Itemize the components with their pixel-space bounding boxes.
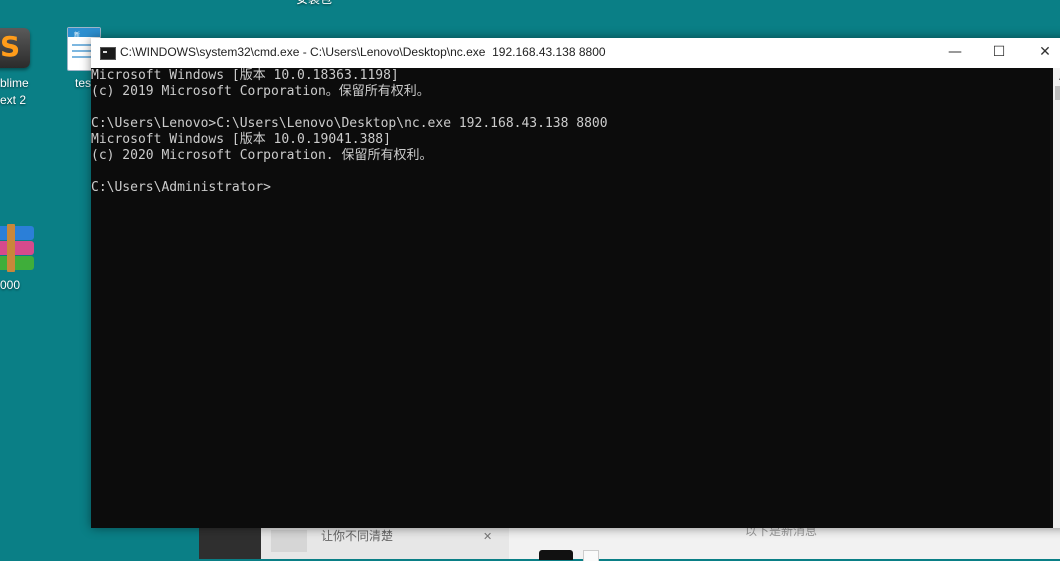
text-file-label[interactable]: tes xyxy=(75,75,91,92)
background-thumbnail xyxy=(271,530,307,552)
close-button[interactable]: ✕ xyxy=(1022,38,1060,68)
winrar-archive-icon[interactable] xyxy=(0,224,34,272)
cmd-window[interactable]: C:\WINDOWS\system32\cmd.exe - C:\Users\L… xyxy=(91,38,1060,528)
background-item-text: 让你不同清楚 xyxy=(321,529,394,543)
minimize-button[interactable]: — xyxy=(932,38,978,68)
cmd-icon[interactable] xyxy=(100,47,116,60)
console-line: C:\Users\Lenovo>C:\Users\Lenovo\Desktop\… xyxy=(91,116,608,131)
console-line: Microsoft Windows [版本 10.0.18363.1198] xyxy=(91,68,399,83)
scroll-up-arrow-icon[interactable]: ▲ xyxy=(1053,68,1060,85)
pin-icon[interactable]: ✕ xyxy=(483,530,492,543)
new-tag: 新 xyxy=(74,32,81,39)
archive-label[interactable]: 000 xyxy=(0,277,20,294)
background-app-sidebar xyxy=(199,526,261,559)
sublime-text-label-line2[interactable]: ext 2 xyxy=(0,92,26,109)
maximize-button[interactable]: ☐ xyxy=(976,38,1022,68)
console-line: Microsoft Windows [版本 10.0.19041.388] xyxy=(91,132,391,147)
console-line: (c) 2020 Microsoft Corporation. 保留所有权利。 xyxy=(91,148,433,163)
background-list-item[interactable]: 让你不同清楚 ✕ xyxy=(261,526,509,559)
title-bar[interactable]: C:\WINDOWS\system32\cmd.exe - C:\Users\L… xyxy=(91,38,1060,68)
console-output[interactable]: Microsoft Windows [版本 10.0.18363.1198] (… xyxy=(91,68,1053,528)
scroll-thumb[interactable] xyxy=(1055,86,1060,100)
console-line: (c) 2019 Microsoft Corporation。保留所有权利。 xyxy=(91,84,430,99)
sublime-text-label-line1[interactable]: blime xyxy=(0,75,29,92)
sublime-text-icon[interactable]: S xyxy=(0,28,30,68)
desktop-folder-label[interactable]: 安装包 xyxy=(296,0,332,8)
console-prompt[interactable]: C:\Users\Administrator> xyxy=(91,180,1053,196)
vertical-scrollbar[interactable]: ▲ xyxy=(1053,68,1060,528)
background-chat-app: 让你不同清楚 ✕ 以下是新消息 xyxy=(199,524,1060,561)
checkbox[interactable] xyxy=(583,550,599,561)
window-title: C:\WINDOWS\system32\cmd.exe - C:\Users\L… xyxy=(120,45,606,59)
